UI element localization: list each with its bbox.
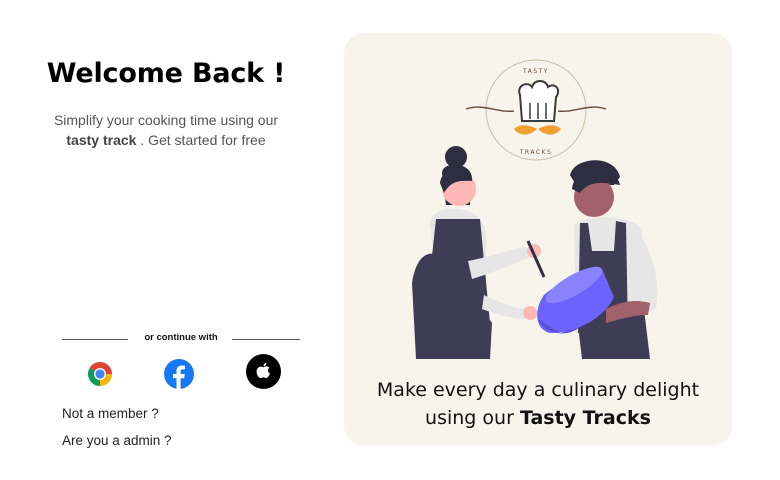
divider-line-right [232, 339, 300, 340]
apple-login-button[interactable] [246, 354, 281, 389]
subtitle-line-2: tasty track . Get started for free [0, 130, 332, 150]
chef-woman [412, 146, 546, 359]
facebook-icon [164, 359, 194, 389]
hero-tagline: Make every day a culinary delight using … [344, 376, 732, 432]
subtitle-line-1: Simplify your cooking time using our [53, 112, 279, 128]
chrome-login-button[interactable] [86, 360, 114, 388]
tagline-brand: Tasty Tracks [519, 407, 651, 429]
chefs-illustration: TASTY TRACKS [412, 59, 658, 359]
login-panel: Welcome Back ! Simplify your cooking tim… [0, 0, 340, 480]
page-subtitle: Simplify your cooking time using our tas… [0, 110, 332, 150]
tagline-line-1: Make every day a culinary delight [376, 379, 700, 401]
continue-with-divider: or continue with [62, 331, 300, 347]
chef-man [570, 160, 658, 359]
hero-card: TASTY TRACKS Make every day a culinary d… [344, 33, 732, 446]
tasty-tracks-logo: TASTY TRACKS [465, 59, 607, 161]
subtitle-rest: . Get started for free [136, 132, 266, 148]
chrome-icon [87, 361, 113, 386]
subtitle-bold: tasty track [66, 132, 137, 148]
tagline-line-2: using our Tasty Tracks [344, 404, 732, 432]
logo-text-top: TASTY [522, 68, 549, 75]
not-member-link[interactable]: Not a member ? [62, 406, 159, 421]
divider-text: or continue with [144, 332, 218, 343]
tagline-prefix: using our [425, 407, 520, 429]
page-title: Welcome Back ! [46, 58, 286, 89]
admin-link[interactable]: Are you a admin ? [62, 433, 172, 448]
apple-icon [246, 354, 281, 389]
facebook-login-button[interactable] [164, 359, 194, 389]
logo-text-bottom: TRACKS [519, 149, 553, 156]
